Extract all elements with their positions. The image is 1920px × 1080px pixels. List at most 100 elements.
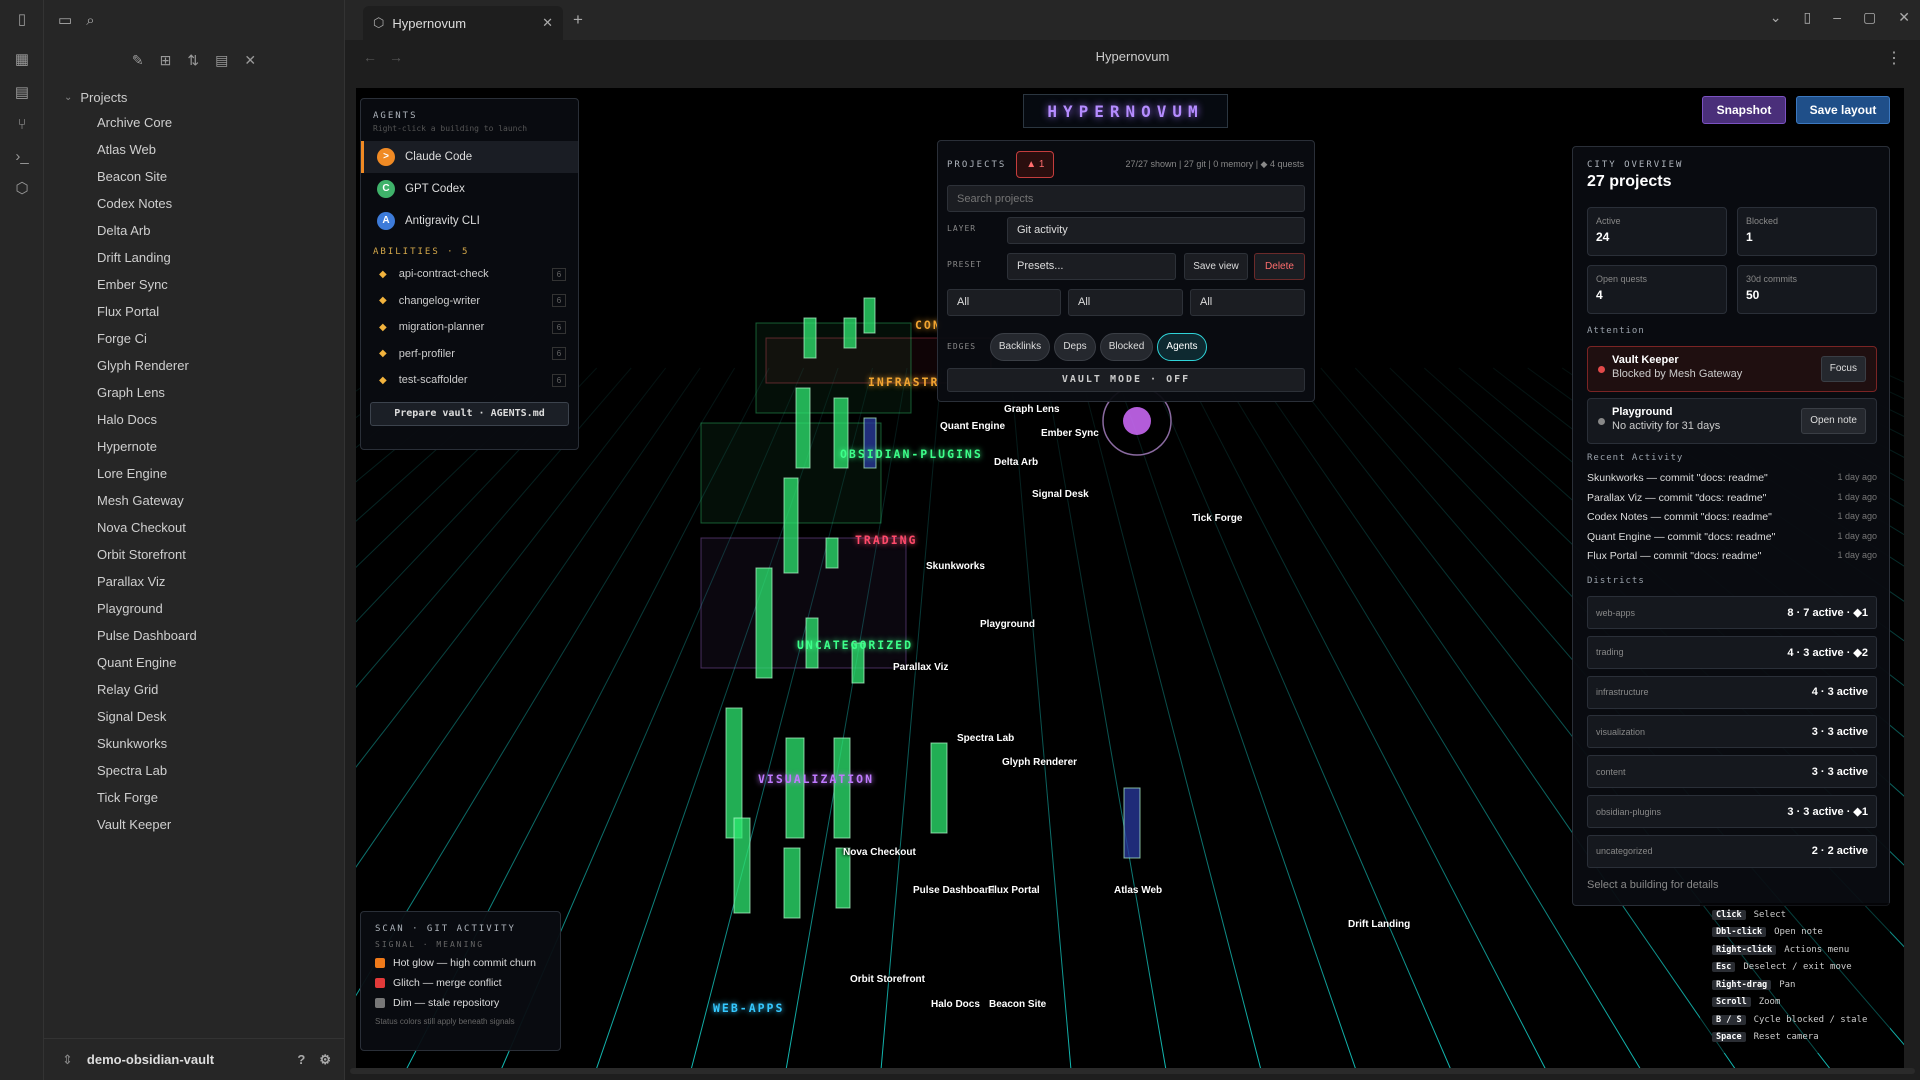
ability-item[interactable]: ◆ migration-planner 6 <box>361 314 578 341</box>
building-tower[interactable] <box>863 297 876 334</box>
building-label[interactable]: Graph Lens <box>1004 404 1060 415</box>
building-tower[interactable] <box>825 537 839 569</box>
recent-activity-item[interactable]: Flux Portal — commit "docs: readme" 1 day… <box>1587 550 1877 570</box>
building-label[interactable]: Pulse Dashboard <box>913 885 995 896</box>
filter-select-3[interactable]: All <box>1190 289 1305 316</box>
filter-select-2[interactable]: All <box>1068 289 1183 316</box>
graph-icon[interactable]: ⑂ <box>12 115 32 135</box>
building-label[interactable]: Ember Sync <box>1041 428 1099 439</box>
tree-folder-projects[interactable]: ⌄ Projects <box>44 80 344 105</box>
tree-item[interactable]: Pulse Dashboard <box>44 622 344 649</box>
dashboard-icon[interactable]: ▦ <box>12 50 32 70</box>
preset-select[interactable]: Presets... <box>1007 253 1176 280</box>
building-label[interactable]: Halo Docs <box>931 999 980 1010</box>
tree-item[interactable]: Quant Engine <box>44 649 344 676</box>
district-row[interactable]: web-apps 8 · 7 active · ◆1 <box>1587 596 1877 629</box>
help-icon[interactable]: ? <box>297 1052 305 1068</box>
scene-scrollbar[interactable] <box>350 1068 1915 1074</box>
close-window-icon[interactable]: ✕ <box>1898 9 1910 26</box>
more-options-icon[interactable]: ⋮ <box>1886 48 1902 68</box>
tree-item[interactable]: Parallax Viz <box>44 568 344 595</box>
maximize-icon[interactable]: ▢ <box>1863 9 1876 26</box>
building-label[interactable]: Playground <box>980 619 1035 630</box>
terminal-icon[interactable]: ›_ <box>12 147 32 167</box>
collapse-icon[interactable]: ▤ <box>215 52 228 69</box>
focus-button[interactable]: Focus <box>1820 356 1866 382</box>
district-row[interactable]: obsidian-plugins 3 · 3 active · ◆1 <box>1587 795 1877 828</box>
building-label[interactable]: Spectra Lab <box>957 733 1014 744</box>
snapshot-button[interactable]: Snapshot <box>1702 96 1786 124</box>
tree-item[interactable]: Nova Checkout <box>44 514 344 541</box>
sort-icon[interactable]: ⇅ <box>187 52 199 69</box>
cube-icon[interactable]: ⬡ <box>12 179 32 199</box>
tree-item[interactable]: Forge Ci <box>44 325 344 352</box>
building-label[interactable]: Signal Desk <box>1032 489 1089 500</box>
tree-item[interactable]: Drift Landing <box>44 244 344 271</box>
recent-activity-item[interactable]: Quant Engine — commit "docs: readme" 1 da… <box>1587 531 1877 551</box>
tree-item[interactable]: Relay Grid <box>44 676 344 703</box>
building-label[interactable]: Glyph Renderer <box>1002 757 1077 768</box>
sidebar-toggle-icon[interactable]: ▯ <box>12 10 32 30</box>
tree-item[interactable]: Spectra Lab <box>44 757 344 784</box>
edge-toggle-backlinks[interactable]: Backlinks <box>990 333 1050 361</box>
tree-item[interactable]: Lore Engine <box>44 460 344 487</box>
building-tower[interactable] <box>785 737 805 839</box>
tree-item[interactable]: Delta Arb <box>44 217 344 244</box>
building-label[interactable]: Quant Engine <box>940 421 1005 432</box>
building-label[interactable]: Beacon Site <box>989 999 1046 1010</box>
tree-item[interactable]: Glyph Renderer <box>44 352 344 379</box>
warning-badge[interactable]: ▲ 1 <box>1016 151 1055 178</box>
agent-item[interactable]: C GPT Codex <box>361 173 578 205</box>
ability-item[interactable]: ◆ perf-profiler 6 <box>361 341 578 368</box>
attention-item-playground[interactable]: Playground No activity for 31 days Open … <box>1587 398 1877 444</box>
building-label[interactable]: Tick Forge <box>1192 513 1242 524</box>
tree-item[interactable]: Atlas Web <box>44 136 344 163</box>
ability-item[interactable]: ◆ test-scaffolder 6 <box>361 367 578 394</box>
building-tower[interactable] <box>733 817 751 914</box>
district-row[interactable]: visualization 3 · 3 active <box>1587 715 1877 749</box>
building-label[interactable]: Delta Arb <box>994 457 1038 468</box>
building-label[interactable]: Skunkworks <box>926 561 985 572</box>
layer-select[interactable]: Git activity <box>1007 217 1305 244</box>
tab-hypernovum[interactable]: ⬡ Hypernovum ✕ <box>363 6 563 40</box>
building-tower[interactable] <box>795 387 811 469</box>
new-tab-icon[interactable]: + <box>573 10 583 30</box>
tree-item[interactable]: Signal Desk <box>44 703 344 730</box>
agent-item[interactable]: A Antigravity CLI <box>361 205 578 237</box>
folder-icon[interactable]: ▭ <box>58 11 72 29</box>
district-row[interactable]: trading 4 · 3 active · ◆2 <box>1587 635 1877 669</box>
open-note-button[interactable]: Open note <box>1801 408 1866 434</box>
settings-icon[interactable]: ⚙ <box>319 1052 331 1068</box>
chevron-down-icon[interactable]: ⌄ <box>1770 9 1782 26</box>
tree-item[interactable]: Playground <box>44 595 344 622</box>
save-layout-button[interactable]: Save layout <box>1796 96 1890 124</box>
ability-item[interactable]: ◆ changelog-writer 6 <box>361 288 578 315</box>
search-icon[interactable]: ⌕ <box>86 12 94 29</box>
tree-item[interactable]: Beacon Site <box>44 163 344 190</box>
tree-item[interactable]: Vault Keeper <box>44 811 344 838</box>
tree-item[interactable]: Tick Forge <box>44 784 344 811</box>
building-tower[interactable] <box>930 742 948 834</box>
tree-item[interactable]: Orbit Storefront <box>44 541 344 568</box>
building-label[interactable]: Parallax Viz <box>893 662 948 673</box>
attention-item-vault-keeper[interactable]: Vault Keeper Blocked by Mesh Gateway Foc… <box>1587 346 1877 392</box>
new-note-icon[interactable]: ✎ <box>132 52 144 69</box>
building-label[interactable]: Flux Portal <box>988 885 1040 896</box>
tree-item[interactable]: Halo Docs <box>44 406 344 433</box>
delete-preset-button[interactable]: Delete <box>1254 253 1305 280</box>
tree-item[interactable]: Hypernote <box>44 433 344 460</box>
ability-item[interactable]: ◆ api-contract-check 6 <box>361 261 578 288</box>
file-icon[interactable]: ▤ <box>12 83 32 103</box>
edge-toggle-deps[interactable]: Deps <box>1054 333 1096 361</box>
minimize-icon[interactable]: – <box>1833 9 1841 26</box>
tree-item[interactable]: Codex Notes <box>44 190 344 217</box>
district-row[interactable]: uncategorized 2 · 2 active <box>1587 834 1877 868</box>
new-folder-icon[interactable]: ⊞ <box>160 52 172 69</box>
tree-item[interactable]: Graph Lens <box>44 379 344 406</box>
building-tower[interactable] <box>783 847 801 919</box>
search-projects-input[interactable] <box>947 185 1305 212</box>
close-icon[interactable]: ✕ <box>244 52 256 69</box>
tree-item[interactable]: Ember Sync <box>44 271 344 298</box>
district-row[interactable]: content 3 · 3 active <box>1587 755 1877 789</box>
building-label[interactable]: Drift Landing <box>1348 919 1410 930</box>
